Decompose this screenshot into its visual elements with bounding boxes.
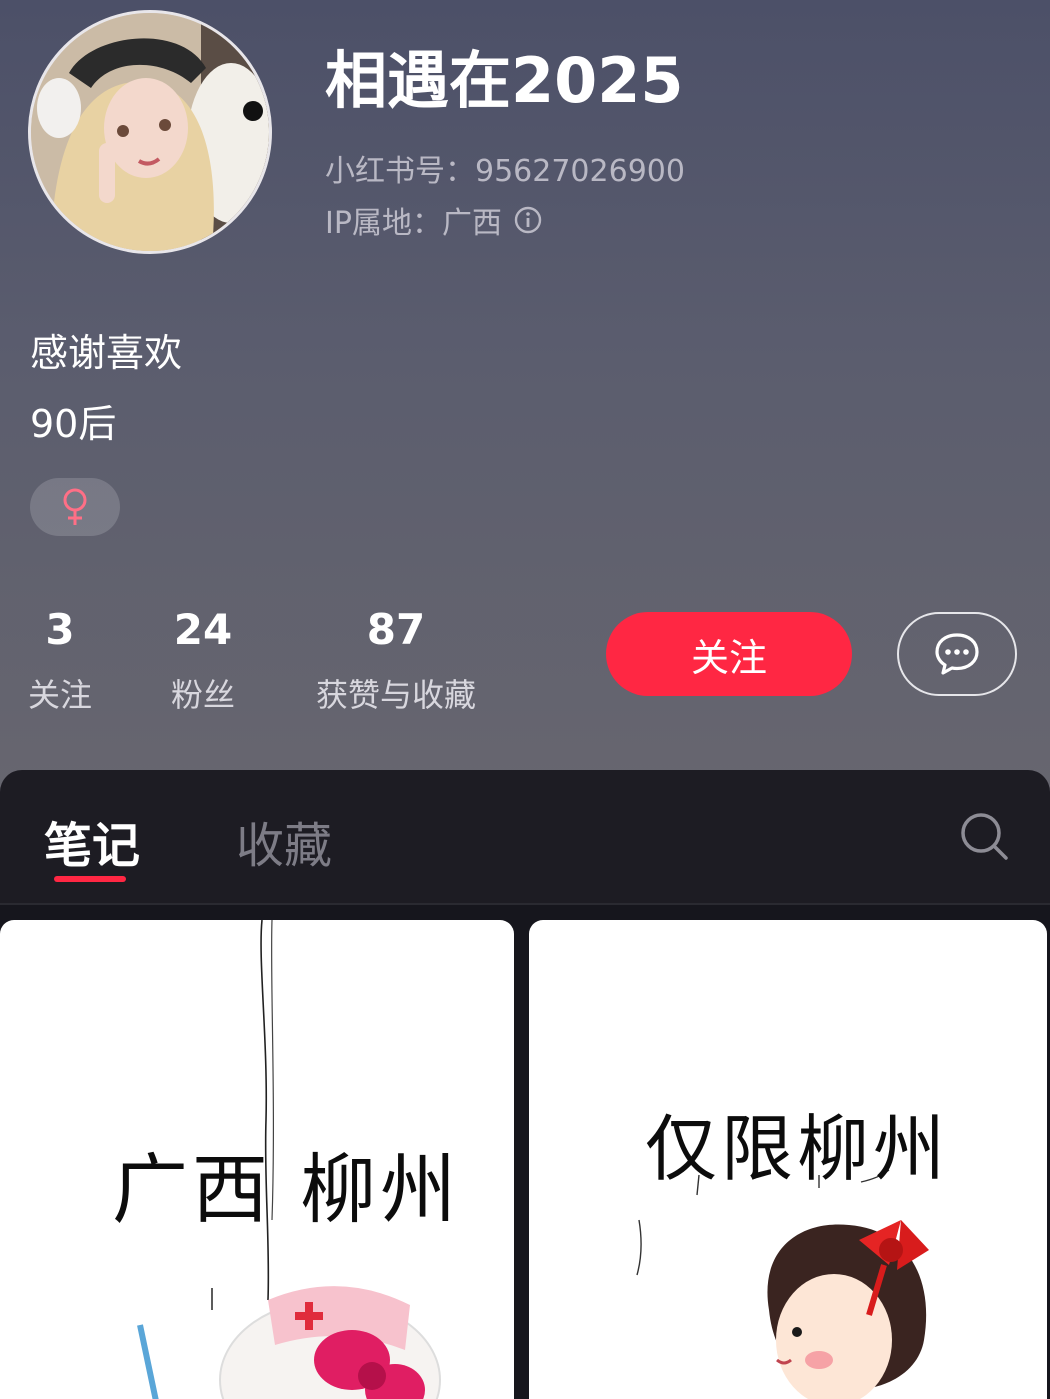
note-title: 广西 柳州 — [112, 1145, 461, 1234]
tab-notes[interactable]: 笔记 — [44, 806, 140, 876]
stat-following-label: 关注 — [27, 676, 92, 714]
nickname: 相遇在2025 — [325, 44, 684, 117]
content-tabbar: 笔记 收藏 — [0, 770, 1050, 905]
avatar-image — [31, 13, 269, 251]
info-icon[interactable] — [514, 206, 542, 234]
stat-followers-label: 粉丝 — [170, 676, 235, 714]
note-card[interactable]: 仅限柳州 — [529, 920, 1047, 1399]
bio-line-2: 90后 — [30, 402, 117, 446]
chat-bubble-icon — [935, 633, 979, 675]
female-icon — [63, 488, 87, 525]
avatar[interactable] — [28, 10, 272, 254]
stat-likes-label: 获赞与收藏 — [315, 676, 476, 714]
stat-likes-value: 87 — [366, 605, 426, 654]
message-button[interactable] — [897, 612, 1017, 696]
stat-followers[interactable]: 24 粉丝 — [168, 604, 238, 716]
gender-tag — [30, 478, 120, 536]
notes-feed: 广西 柳州 仅限柳州 — [0, 905, 1050, 1399]
note-title: 仅限柳州 — [645, 1107, 950, 1191]
ip-location: IP属地：广西 — [325, 198, 542, 242]
stat-following-value: 3 — [45, 605, 75, 654]
ip-location-label: IP属地：广西 — [325, 206, 502, 241]
account-id: 小红书号：95627026900 — [325, 154, 685, 189]
follow-button[interactable]: 关注 — [606, 612, 852, 696]
stat-followers-value: 24 — [173, 605, 233, 654]
tab-collections[interactable]: 收藏 — [236, 806, 332, 876]
bio-line-1: 感谢喜欢 — [30, 331, 183, 375]
active-tab-indicator — [54, 876, 126, 882]
note-card[interactable]: 广西 柳州 — [0, 920, 514, 1399]
profile-header: 相遇在2025 小红书号：95627026900 IP属地：广西 感谢喜欢 90… — [0, 0, 1050, 800]
stat-likes[interactable]: 87 获赞与收藏 — [312, 604, 480, 716]
search-button[interactable] — [958, 810, 1010, 862]
search-icon — [961, 813, 1008, 860]
stat-following[interactable]: 3 关注 — [26, 604, 94, 716]
